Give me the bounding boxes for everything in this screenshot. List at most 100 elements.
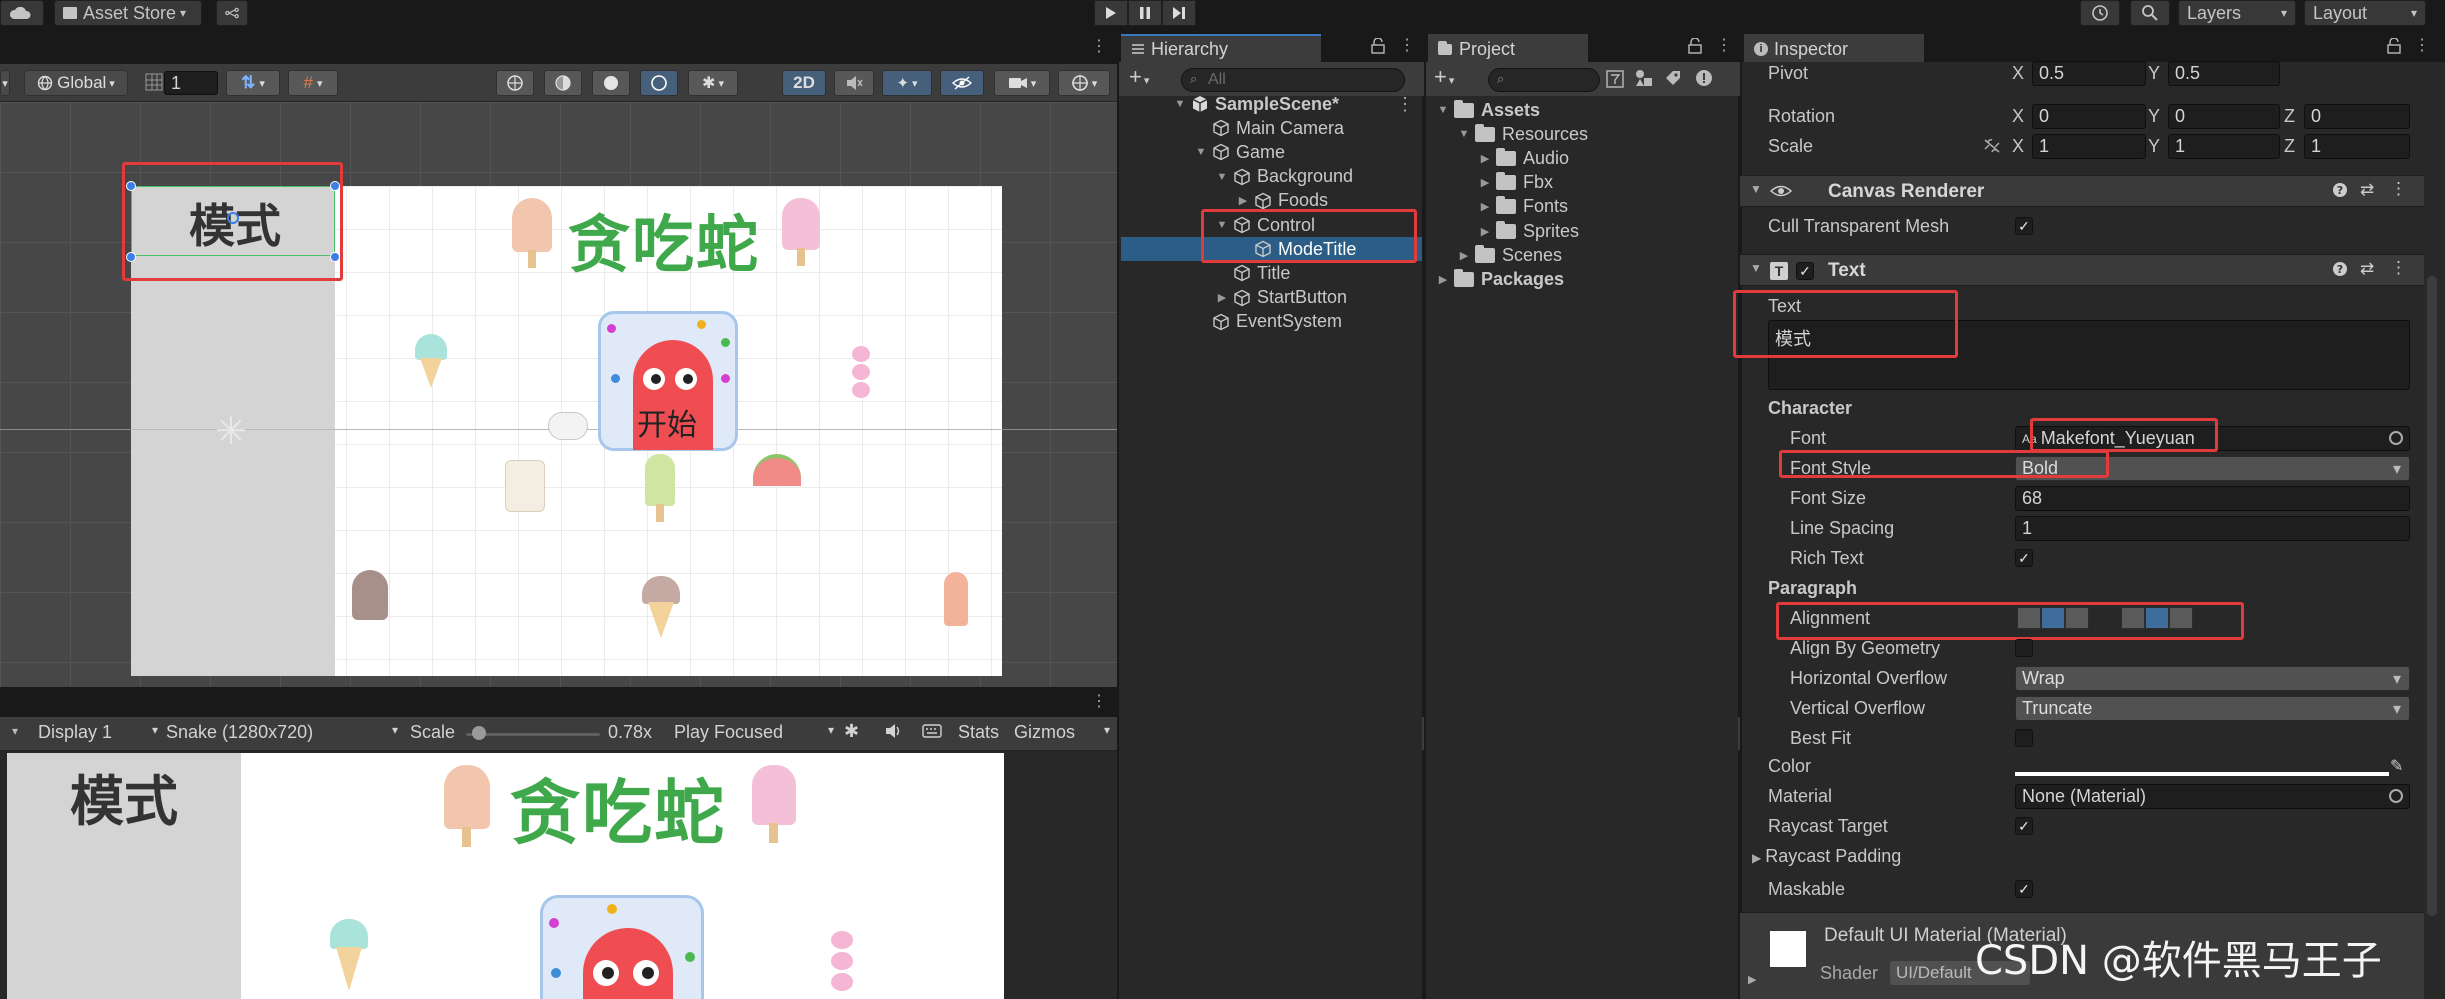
foldout-arrow-icon[interactable]: ▶ bbox=[1457, 249, 1471, 262]
project-item-resources[interactable]: ▼ Resources bbox=[1428, 122, 1738, 146]
link-icon[interactable] bbox=[1982, 137, 2002, 155]
scene-view[interactable]: 模式 ✳ 贪吃蛇 开始 bbox=[0, 102, 1117, 687]
grid-size-input[interactable]: 1 bbox=[164, 71, 218, 95]
tab-project[interactable]: Project bbox=[1428, 34, 1588, 62]
chevron-down-icon[interactable]: ▾ bbox=[0, 70, 10, 96]
preset-icon[interactable]: ⇄ bbox=[2360, 259, 2374, 279]
material-field[interactable]: None (Material) bbox=[2015, 784, 2410, 809]
project-item-audio[interactable]: ▶ Audio bbox=[1428, 146, 1738, 170]
v-overflow-dropdown[interactable]: Truncate bbox=[2015, 696, 2410, 721]
text-component-header[interactable]: ▼ T ✓ Text ? ⇄ ⋮ bbox=[1740, 254, 2424, 286]
pivot-x-field[interactable]: 0.5 bbox=[2032, 61, 2146, 86]
global-toggle[interactable]: Global ▾ bbox=[24, 70, 128, 96]
pause-icon[interactable] bbox=[1128, 0, 1162, 26]
game-start-button[interactable] bbox=[540, 895, 704, 999]
kebab-menu-icon[interactable]: ⋮ bbox=[2390, 179, 2407, 199]
rich-text-checkbox[interactable]: ✓ bbox=[2015, 549, 2033, 567]
snap-increment-button[interactable]: ⇅ ▾ bbox=[226, 70, 280, 96]
hierarchy-item-scene-root[interactable]: ▼ SampleScene* ⋮ bbox=[1121, 92, 1422, 116]
project-item-fonts[interactable]: ▶ Fonts bbox=[1428, 195, 1738, 219]
foldout-arrow-icon[interactable]: ▼ bbox=[1215, 171, 1229, 183]
h-overflow-dropdown[interactable]: Wrap bbox=[2015, 666, 2410, 691]
kebab-menu-icon[interactable]: ⋮ bbox=[2390, 258, 2407, 278]
add-icon[interactable]: + ▾ bbox=[1129, 64, 1149, 90]
hierarchy-item-title[interactable]: Title bbox=[1121, 261, 1422, 285]
search-icon[interactable] bbox=[2130, 0, 2170, 26]
eyedropper-icon[interactable]: ✎ bbox=[2390, 756, 2403, 776]
project-item-sprites[interactable]: ▶ Sprites bbox=[1428, 219, 1738, 243]
warning-icon[interactable] bbox=[1694, 68, 1714, 88]
project-item-fbx[interactable]: ▶ Fbx bbox=[1428, 171, 1738, 195]
foldout-arrow-icon[interactable]: ▶ bbox=[1478, 176, 1492, 189]
foldout-arrow-icon[interactable]: ▼ bbox=[1750, 182, 1762, 196]
scene-start-button[interactable]: 开始 bbox=[598, 311, 738, 451]
rotation-y-field[interactable]: 0 bbox=[2168, 104, 2280, 129]
kebab-menu-icon[interactable]: ⋮ bbox=[2414, 35, 2430, 55]
history-icon[interactable] bbox=[2080, 0, 2120, 26]
kebab-menu-icon[interactable]: ⋮ bbox=[1716, 35, 1732, 55]
kebab-menu-icon[interactable]: ⋮ bbox=[1091, 691, 1107, 711]
lock-icon[interactable] bbox=[2387, 38, 2401, 54]
label-icon[interactable] bbox=[1664, 69, 1682, 87]
scale-x-field[interactable]: 1 bbox=[2032, 134, 2146, 159]
audio-icon[interactable] bbox=[884, 723, 902, 739]
foldout-arrow-icon[interactable]: ▶ bbox=[1748, 973, 1756, 986]
gizmos-dropdown[interactable]: Gizmos ▾ bbox=[1014, 722, 1110, 743]
foldout-arrow-icon[interactable]: ▶ bbox=[1215, 291, 1229, 304]
line-spacing-field[interactable]: 1 bbox=[2015, 516, 2410, 541]
chevron-down-icon[interactable]: ▾ bbox=[12, 724, 18, 738]
font-size-field[interactable]: 68 bbox=[2015, 486, 2410, 511]
stats-button[interactable]: Stats bbox=[958, 722, 999, 743]
raycast-target-checkbox[interactable]: ✓ bbox=[2015, 817, 2033, 835]
cull-transparent-checkbox[interactable]: ✓ bbox=[2015, 217, 2033, 235]
display-dropdown[interactable]: Display 1 ▾ bbox=[38, 722, 158, 746]
camera-icon[interactable]: ▾ bbox=[994, 70, 1050, 96]
play-focused-dropdown[interactable]: Play Focused ▾ bbox=[674, 722, 834, 746]
hierarchy-item-event-system[interactable]: EventSystem bbox=[1121, 310, 1422, 334]
asset-store-button[interactable]: Asset Store ▾ bbox=[54, 0, 202, 26]
rotation-z-field[interactable]: 0 bbox=[2304, 104, 2410, 129]
grid-visibility-button[interactable]: # ▾ bbox=[288, 70, 338, 96]
hierarchy-search-input[interactable]: ⌕ All bbox=[1181, 68, 1405, 92]
hierarchy-item-background[interactable]: ▼ Background bbox=[1121, 165, 1422, 189]
object-picker-icon[interactable] bbox=[2389, 431, 2403, 445]
kebab-menu-icon[interactable]: ⋮ bbox=[1091, 36, 1107, 56]
inspector-scrollbar[interactable] bbox=[2427, 276, 2437, 916]
color-swatch[interactable] bbox=[2015, 754, 2389, 778]
maskable-checkbox[interactable]: ✓ bbox=[2015, 880, 2033, 898]
keyboard-icon[interactable] bbox=[922, 724, 942, 738]
foldout-arrow-icon[interactable]: ▶ bbox=[1478, 152, 1492, 165]
scale-slider-thumb[interactable] bbox=[472, 726, 486, 740]
lit-sphere-icon[interactable] bbox=[592, 70, 630, 96]
foldout-arrow-icon[interactable]: ▶ bbox=[1436, 273, 1450, 286]
layout-dropdown[interactable]: Layout ▾ bbox=[2304, 0, 2426, 26]
lock-icon[interactable] bbox=[1688, 38, 1702, 54]
draw-mode-icon[interactable] bbox=[496, 70, 534, 96]
resolution-dropdown[interactable]: Snake (1280x720) ▾ bbox=[166, 722, 398, 746]
scale-slider[interactable] bbox=[466, 733, 600, 736]
preset-icon[interactable]: ⇄ bbox=[2360, 180, 2374, 200]
text-enabled-checkbox[interactable]: ✓ bbox=[1796, 262, 1814, 280]
bug-debug-icon[interactable]: ✱ ▾ bbox=[688, 70, 738, 96]
best-fit-checkbox[interactable]: ✓ bbox=[2015, 729, 2033, 747]
audio-mute-icon[interactable] bbox=[834, 70, 874, 96]
tab-inspector[interactable]: i Inspector bbox=[1744, 34, 1924, 62]
add-icon[interactable]: + ▾ bbox=[1434, 64, 1454, 90]
kebab-menu-icon[interactable]: ⋮ bbox=[1399, 35, 1415, 55]
foldout-arrow-icon[interactable]: ▼ bbox=[1457, 128, 1471, 140]
step-icon[interactable] bbox=[1162, 0, 1196, 26]
project-item-packages[interactable]: ▶ Packages bbox=[1428, 267, 1738, 291]
foldout-arrow-icon[interactable]: ▼ bbox=[1173, 98, 1187, 110]
cloud-icon[interactable] bbox=[0, 0, 44, 26]
foldout-arrow-icon[interactable]: ▼ bbox=[1194, 146, 1208, 158]
help-icon[interactable]: ? bbox=[2332, 182, 2348, 198]
effects-icon[interactable]: ✦ ▾ bbox=[882, 70, 932, 96]
scale-y-field[interactable]: 1 bbox=[2168, 134, 2280, 159]
project-item-scenes[interactable]: ▶ Scenes bbox=[1428, 243, 1738, 267]
foldout-arrow-icon[interactable]: ▶ bbox=[1478, 200, 1492, 213]
hierarchy-item-start-button[interactable]: ▶ StartButton bbox=[1121, 286, 1422, 310]
hierarchy-item-game[interactable]: ▼ Game bbox=[1121, 140, 1422, 164]
pivot-y-field[interactable]: 0.5 bbox=[2168, 61, 2280, 86]
align-geometry-checkbox[interactable]: ✓ bbox=[2015, 639, 2033, 657]
lighting-toggle-icon[interactable] bbox=[640, 70, 678, 96]
